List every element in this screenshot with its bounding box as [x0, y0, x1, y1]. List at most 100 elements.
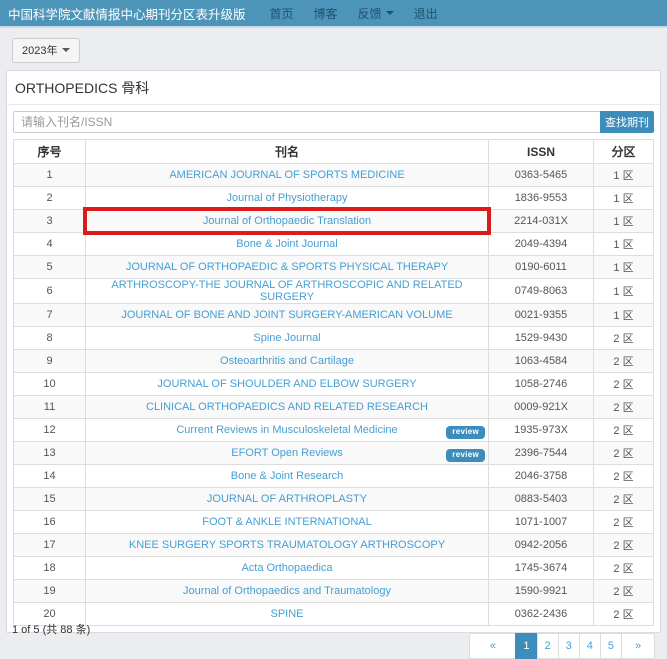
- issn-value: 2046-3758: [489, 465, 594, 488]
- row-index: 14: [14, 465, 86, 488]
- journal-search-group: 查找期刊: [13, 111, 654, 133]
- table-row: 2 Journal of Physiotherapy 1836-9553 1 区: [14, 187, 654, 210]
- journal-name-cell: JOURNAL OF SHOULDER AND ELBOW SURGERY: [86, 373, 489, 396]
- row-index: 19: [14, 580, 86, 603]
- nav-item-logout[interactable]: 退出: [404, 0, 448, 26]
- row-index: 4: [14, 233, 86, 256]
- issn-value: 1590-9921: [489, 580, 594, 603]
- issn-value: 0942-2056: [489, 534, 594, 557]
- nav-item-feedback[interactable]: 反馈: [348, 0, 404, 26]
- issn-value: 2214-031X: [489, 210, 594, 233]
- review-badge: review: [446, 426, 485, 439]
- search-input[interactable]: [13, 111, 600, 133]
- nav-item-blog[interactable]: 博客: [304, 0, 348, 26]
- journal-link[interactable]: Journal of Orthopaedic Translation: [203, 215, 371, 227]
- zone-value: 2 区: [594, 396, 654, 419]
- result-summary: 1 of 5 (共 88 条): [12, 621, 90, 637]
- table-row: 9 Osteoarthritis and Cartilage 1063-4584…: [14, 350, 654, 373]
- journal-link[interactable]: JOURNAL OF BONE AND JOINT SURGERY-AMERIC…: [121, 309, 452, 321]
- zone-value: 2 区: [594, 511, 654, 534]
- search-button[interactable]: 查找期刊: [600, 111, 654, 133]
- page-title: ORTHOPEDICS 骨科: [7, 71, 660, 105]
- journal-link[interactable]: Acta Orthopaedica: [241, 562, 332, 574]
- row-index: 8: [14, 327, 86, 350]
- journal-link[interactable]: JOURNAL OF ARTHROPLASTY: [207, 493, 367, 505]
- header-zone: 分区: [594, 140, 654, 164]
- journal-link[interactable]: SPINE: [270, 608, 303, 620]
- journal-name-cell: EFORT Open Reviews review: [86, 442, 489, 465]
- table-row: 12 Current Reviews in Musculoskeletal Me…: [14, 419, 654, 442]
- pagination-item[interactable]: 3: [558, 633, 580, 659]
- zone-value: 1 区: [594, 210, 654, 233]
- issn-value: 0190-6011: [489, 256, 594, 279]
- pagination-page-active[interactable]: 1: [515, 633, 537, 659]
- issn-value: 0363-5465: [489, 164, 594, 187]
- journal-link[interactable]: Osteoarthritis and Cartilage: [220, 355, 354, 367]
- table-row: 16 FOOT & ANKLE INTERNATIONAL 1071-1007 …: [14, 511, 654, 534]
- journal-link[interactable]: JOURNAL OF ORTHOPAEDIC & SPORTS PHYSICAL…: [126, 261, 448, 273]
- table-row: 6 ARTHROSCOPY-THE JOURNAL OF ARTHROSCOPI…: [14, 279, 654, 304]
- journal-name-cell: Journal of Orthopaedics and Traumatology: [86, 580, 489, 603]
- zone-value: 1 区: [594, 187, 654, 210]
- journal-name-cell: CLINICAL ORTHOPAEDICS AND RELATED RESEAR…: [86, 396, 489, 419]
- journal-name-cell: KNEE SURGERY SPORTS TRAUMATOLOGY ARTHROS…: [86, 534, 489, 557]
- issn-value: 1063-4584: [489, 350, 594, 373]
- table-row: 15 JOURNAL OF ARTHROPLASTY 0883-5403 2 区: [14, 488, 654, 511]
- top-navbar: 中国科学院文献情报中心期刊分区表升级版 首页 博客 反馈 退出: [0, 0, 667, 28]
- zone-value: 1 区: [594, 164, 654, 187]
- row-index: 11: [14, 396, 86, 419]
- table-row: 18 Acta Orthopaedica 1745-3674 2 区: [14, 557, 654, 580]
- journal-name-cell: Current Reviews in Musculoskeletal Medic…: [86, 419, 489, 442]
- nav-item-home[interactable]: 首页: [260, 0, 304, 26]
- journal-name-cell: JOURNAL OF ORTHOPAEDIC & SPORTS PHYSICAL…: [86, 256, 489, 279]
- journal-name-cell: Journal of Orthopaedic Translation: [86, 210, 489, 233]
- zone-value: 2 区: [594, 350, 654, 373]
- journal-link[interactable]: Journal of Physiotherapy: [226, 192, 347, 204]
- row-index: 15: [14, 488, 86, 511]
- year-dropdown-button[interactable]: 2023年: [12, 38, 80, 63]
- journal-link[interactable]: FOOT & ANKLE INTERNATIONAL: [202, 516, 372, 528]
- pagination-item[interactable]: «: [469, 633, 516, 659]
- table-row: 20 SPINE 0362-2436 2 区: [14, 603, 654, 626]
- journal-link[interactable]: Bone & Joint Journal: [236, 238, 338, 250]
- journal-table-body: 1 AMERICAN JOURNAL OF SPORTS MEDICINE 03…: [14, 164, 654, 626]
- row-index: 9: [14, 350, 86, 373]
- table-row: 3 Journal of Orthopaedic Translation 221…: [14, 210, 654, 233]
- journal-link[interactable]: KNEE SURGERY SPORTS TRAUMATOLOGY ARTHROS…: [129, 539, 445, 551]
- pagination-item[interactable]: »: [621, 633, 655, 659]
- table-row: 7 JOURNAL OF BONE AND JOINT SURGERY-AMER…: [14, 304, 654, 327]
- issn-value: 0021-9355: [489, 304, 594, 327]
- table-row: 14 Bone & Joint Research 2046-3758 2 区: [14, 465, 654, 488]
- chevron-down-icon: [62, 48, 70, 52]
- issn-value: 1529-9430: [489, 327, 594, 350]
- journal-link[interactable]: Current Reviews in Musculoskeletal Medic…: [176, 424, 397, 436]
- header-row: 序号 刊名 ISSN 分区: [14, 140, 654, 164]
- issn-value: 2049-4394: [489, 233, 594, 256]
- nav-item-feedback-label: 反馈: [358, 5, 382, 22]
- journal-table: 序号 刊名 ISSN 分区 1 AMERICAN JOURNAL OF SPOR…: [13, 139, 654, 626]
- table-row: 13 EFORT Open Reviews review 2396-7544 2…: [14, 442, 654, 465]
- journal-link[interactable]: Journal of Orthopaedics and Traumatology: [183, 585, 391, 597]
- zone-value: 2 区: [594, 603, 654, 626]
- journal-link[interactable]: Spine Journal: [253, 332, 320, 344]
- journal-name-cell: AMERICAN JOURNAL OF SPORTS MEDICINE: [86, 164, 489, 187]
- pagination-item[interactable]: 2: [537, 633, 559, 659]
- issn-value: 1058-2746: [489, 373, 594, 396]
- journal-link[interactable]: JOURNAL OF SHOULDER AND ELBOW SURGERY: [157, 378, 416, 390]
- row-index: 13: [14, 442, 86, 465]
- zone-value: 2 区: [594, 580, 654, 603]
- issn-value: 0883-5403: [489, 488, 594, 511]
- row-index: 5: [14, 256, 86, 279]
- year-dropdown-label: 2023年: [22, 42, 57, 58]
- pagination-item[interactable]: 4: [579, 633, 601, 659]
- row-index: 7: [14, 304, 86, 327]
- journal-link[interactable]: EFORT Open Reviews: [231, 447, 342, 459]
- journal-link[interactable]: CLINICAL ORTHOPAEDICS AND RELATED RESEAR…: [146, 401, 428, 413]
- journal-link[interactable]: ARTHROSCOPY-THE JOURNAL OF ARTHROSCOPIC …: [111, 279, 462, 303]
- pagination-item[interactable]: 5: [600, 633, 622, 659]
- journal-link[interactable]: Bone & Joint Research: [231, 470, 344, 482]
- journal-name-cell: Osteoarthritis and Cartilage: [86, 350, 489, 373]
- journal-name-cell: Spine Journal: [86, 327, 489, 350]
- row-index: 18: [14, 557, 86, 580]
- journal-link[interactable]: AMERICAN JOURNAL OF SPORTS MEDICINE: [169, 169, 404, 181]
